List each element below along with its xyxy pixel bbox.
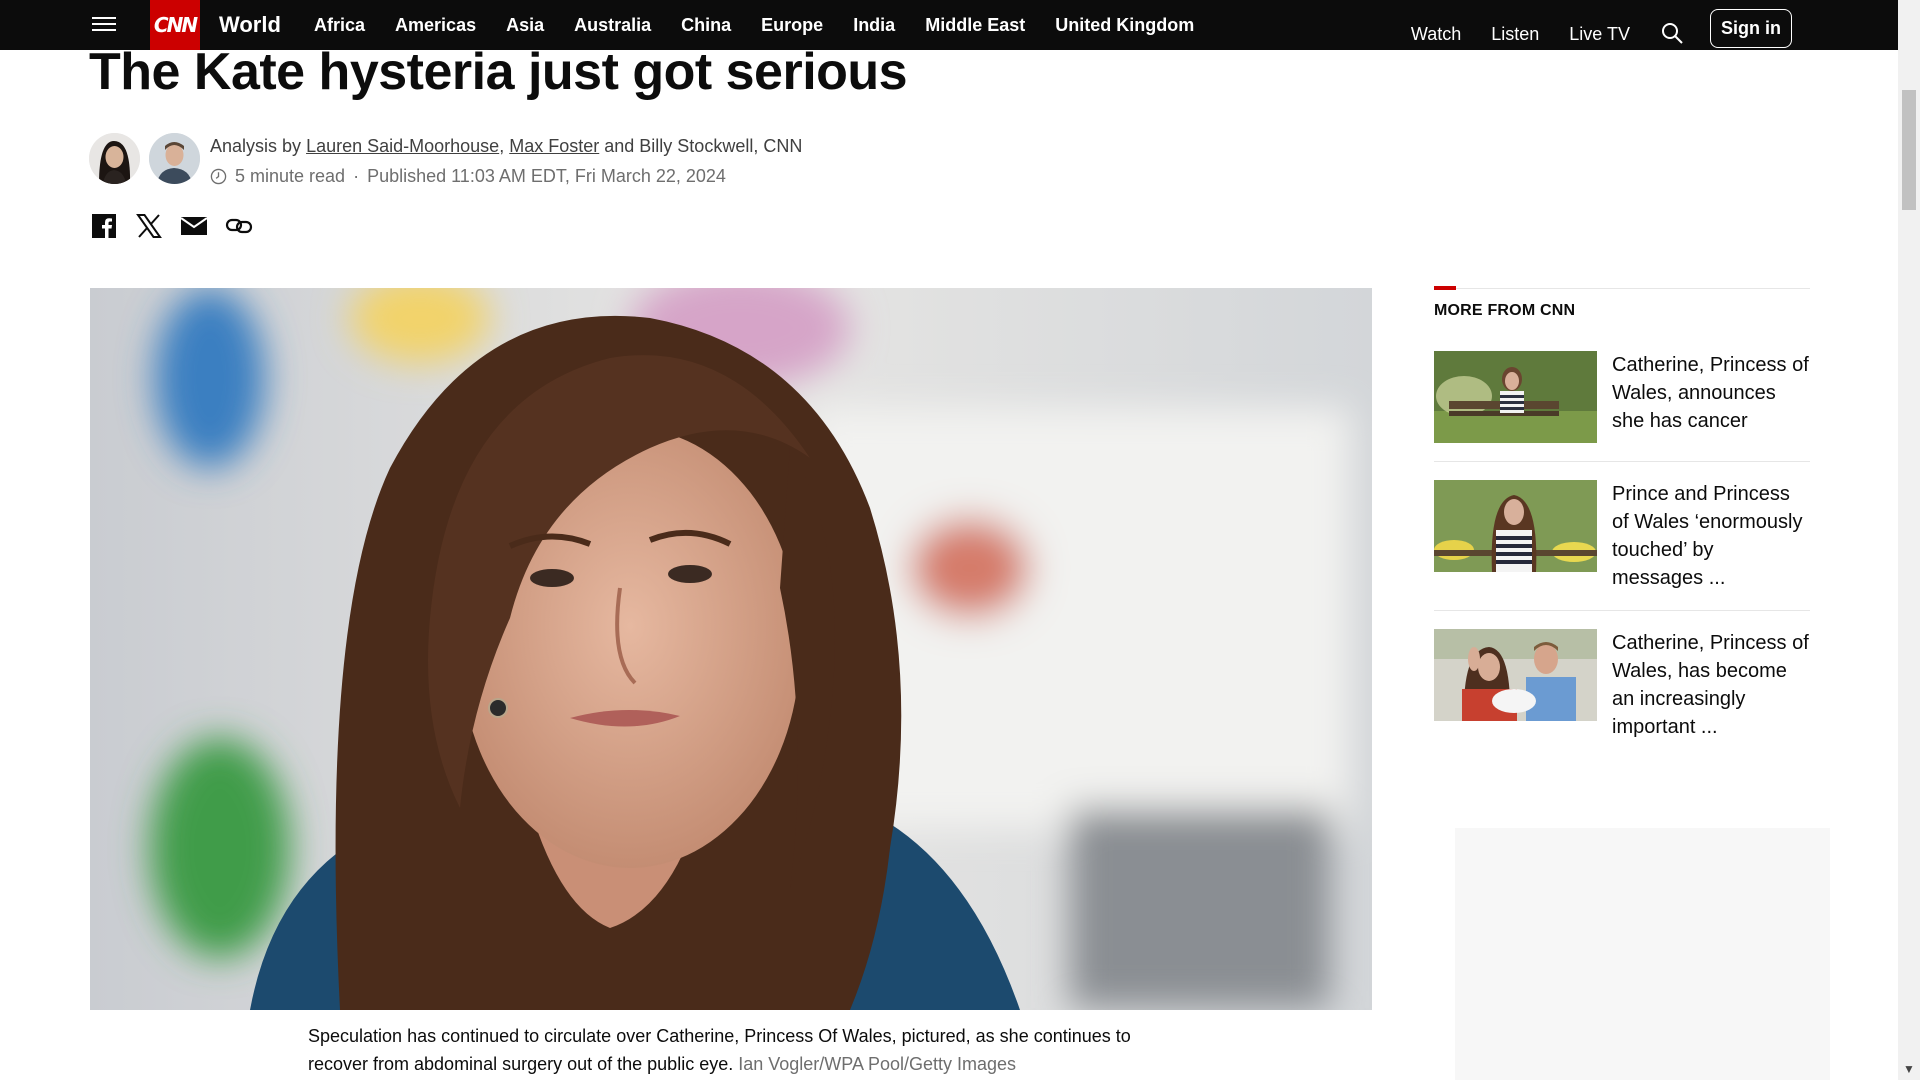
caption-credit: Ian Vogler/WPA Pool/Getty Images [738,1054,1017,1074]
sign-in-button[interactable]: Sign in [1710,9,1792,48]
story-item[interactable]: Prince and Princess of Wales ‘enormously… [1434,462,1810,611]
nav-link-americas[interactable]: Americas [395,15,476,36]
story-thumbnail[interactable] [1434,480,1597,572]
story-thumbnail[interactable] [1434,351,1597,443]
facebook-icon[interactable] [90,212,118,240]
nav-link-united-kingdom[interactable]: United Kingdom [1055,15,1194,36]
nav-link-australia[interactable]: Australia [574,15,651,36]
nav-link-asia[interactable]: Asia [506,15,544,36]
watch-link[interactable]: Watch [1411,24,1461,45]
more-from-cnn: MORE FROM CNN Catherine, Princess of Wal… [1434,286,1810,759]
read-time: 5 minute read [235,166,346,186]
email-icon[interactable] [180,212,208,240]
nav-link-africa[interactable]: Africa [314,15,365,36]
search-icon[interactable] [1660,21,1684,45]
story-title[interactable]: Catherine, Princess of Wales, announces … [1612,351,1810,443]
author-link-2[interactable]: Max Foster [509,136,599,156]
menu-icon[interactable] [92,13,116,37]
author-link-1[interactable]: Lauren Said-Moorhouse [306,136,499,156]
byline-rest: and Billy Stockwell, CNN [604,136,803,156]
share-bar [90,212,270,240]
published-date: Published 11:03 AM EDT, Fri March 22, 20… [367,166,726,186]
article-meta: 5 minute read · Published 11:03 AM EDT, … [210,166,726,187]
byline: Analysis by Lauren Said-Moorhouse, Max F… [210,136,803,156]
author-avatar-1[interactable] [89,133,140,184]
link-icon[interactable] [225,212,253,240]
nav-link-europe[interactable]: Europe [761,15,823,36]
hero-image [90,288,1372,1010]
story-thumbnail[interactable] [1434,629,1597,721]
scrollbar[interactable]: ▼ [1898,0,1920,1080]
sidebar-divider [1434,286,1810,290]
nav-right: Watch Listen Live TV Sign in [1381,9,1792,54]
article-headline: The Kate hysteria just got serious [89,43,908,101]
ad-placeholder [1455,828,1830,1080]
nav-links: Africa Americas Asia Australia China Eur… [314,15,1224,36]
clock-icon [210,168,227,185]
scroll-down-arrow-icon[interactable]: ▼ [1902,1062,1916,1076]
story-title[interactable]: Catherine, Princess of Wales, has become… [1612,629,1810,741]
story-title[interactable]: Prince and Princess of Wales ‘enormously… [1612,480,1810,592]
image-caption: Speculation has continued to circulate o… [308,1022,1168,1078]
story-item[interactable]: Catherine, Princess of Wales, has become… [1434,611,1810,759]
nav-link-india[interactable]: India [853,15,895,36]
scrollbar-thumb[interactable] [1902,90,1916,210]
nav-link-middle-east[interactable]: Middle East [925,15,1025,36]
nav-link-china[interactable]: China [681,15,731,36]
byline-prefix: Analysis by [210,136,302,156]
author-avatar-2[interactable] [149,133,200,184]
story-item[interactable]: Catherine, Princess of Wales, announces … [1434,333,1810,462]
sidebar-title: MORE FROM CNN [1434,302,1576,319]
live-tv-link[interactable]: Live TV [1569,24,1630,45]
listen-link[interactable]: Listen [1491,24,1539,45]
nav-section-title[interactable]: World [219,12,281,38]
x-icon[interactable] [135,212,163,240]
